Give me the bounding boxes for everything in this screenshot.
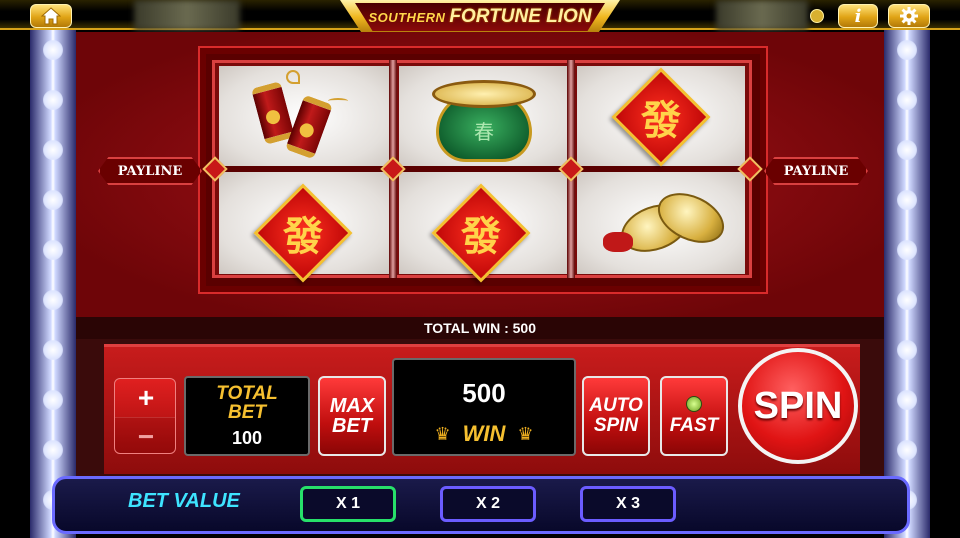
light-bulb [897,40,917,60]
left-light-strip [30,30,76,538]
home-icon [41,7,61,25]
drum-character: 春 [474,120,494,144]
crown-icon: ♛ [434,423,451,444]
total-bet-label-line2: BET [228,402,266,423]
bet-multiplier-x2[interactable]: X 2 [440,486,536,522]
max-bet-label-line2: BET [332,415,372,437]
payline-label-left: PAYLINE [98,157,202,185]
win-label: WIN [462,421,506,446]
max-bet-button[interactable]: MAX BET [318,376,386,456]
light-bulb [43,240,63,260]
info-button[interactable]: i [838,4,878,28]
fast-label: FAST [669,415,719,436]
blurred-region [716,0,808,30]
light-bulb [897,240,917,260]
light-bulb [43,190,63,210]
max-bet-label-line1: MAX [329,395,375,417]
home-button[interactable] [30,4,72,28]
bet-value-label: BET VALUE [128,490,240,512]
total-bet-display: TOTAL BET 100 [184,376,310,456]
light-bulb [43,440,63,460]
total-win-display: TOTAL WIN : 500 [76,317,884,339]
fa-character: 發 [461,213,501,260]
auto-spin-label-line1: AUTO [589,395,643,416]
light-bulb [43,40,63,60]
coin-icon [810,9,824,23]
bet-multiplier-x1[interactable]: X 1 [300,486,396,522]
ribbon-icon [603,232,633,252]
spin-button[interactable]: SPIN [738,348,858,464]
bet-stepper: + − [114,378,176,454]
game-title-left: SOUTHERN [368,9,446,25]
fast-button[interactable]: FAST [660,376,728,456]
light-bulb [43,140,63,160]
game-title: SOUTHERN FORTUNE LION [355,3,605,31]
total-bet-label-line1: TOTAL [216,383,278,404]
blurred-region [134,0,240,30]
bet-multiplier-x3[interactable]: X 3 [580,486,676,522]
light-bulb [897,190,917,210]
light-bulb [897,340,917,360]
settings-button[interactable] [888,4,930,28]
right-light-strip [884,30,930,538]
auto-spin-button[interactable]: AUTO SPIN [582,376,650,456]
light-bulb [43,290,63,310]
win-value: 500 [462,378,506,408]
drum-top [432,80,536,108]
fuse-icon [286,70,300,84]
win-display: 500 ♛ WIN ♛ [392,358,576,456]
crown-icon: ♛ [517,423,534,444]
light-bulb [897,90,917,110]
fast-indicator-light [686,396,702,412]
payline-label-right: PAYLINE [764,157,868,185]
game-title-right: FORTUNE LION [449,6,592,27]
light-bulb [897,390,917,410]
light-bulb [897,140,917,160]
drum-symbol: 春 [432,74,536,162]
auto-spin-label-line2: SPIN [593,415,639,436]
game-title-plate: SOUTHERN FORTUNE LION [340,0,620,34]
light-bulb [43,340,63,360]
gear-icon [900,7,918,25]
fa-character: 發 [641,97,681,144]
increase-bet-button[interactable]: + [115,379,175,417]
light-bulb [43,90,63,110]
light-bulb [897,290,917,310]
fa-character: 發 [283,213,323,260]
total-bet-value: 100 [231,428,263,448]
payline-line [205,166,760,172]
light-bulb [43,390,63,410]
light-bulb [897,440,917,460]
decrease-bet-button[interactable]: − [115,417,175,453]
fuse-icon [328,98,348,104]
